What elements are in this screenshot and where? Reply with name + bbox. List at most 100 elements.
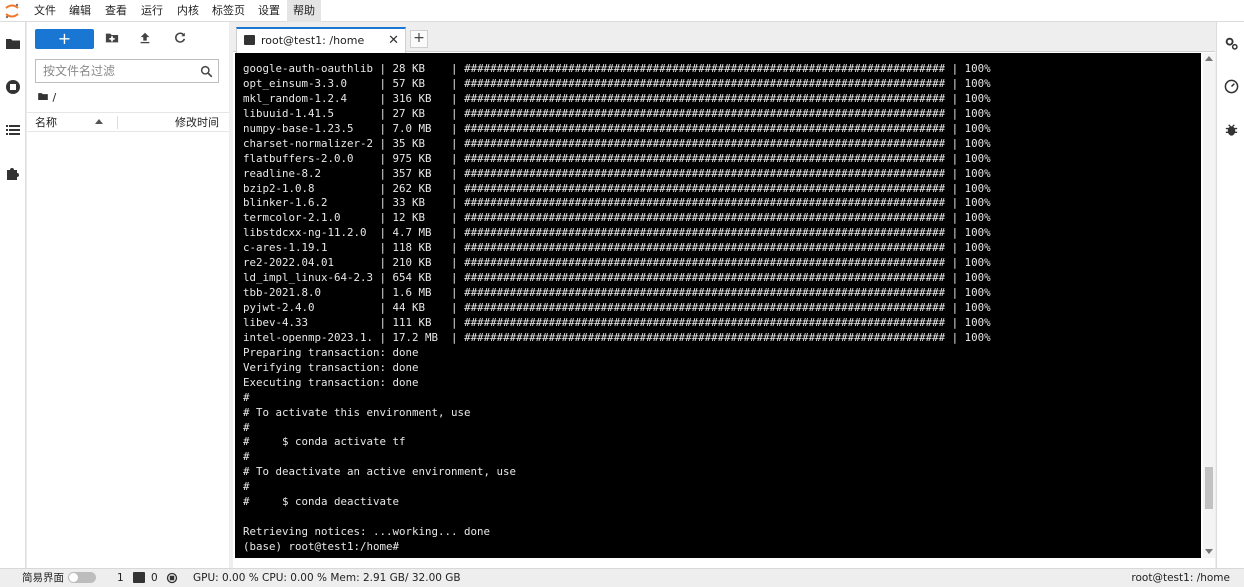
menu-tabs[interactable]: 标签页 (211, 0, 246, 22)
package-progress-line: blinker-1.6.2 | 33 KB | ################… (243, 196, 991, 211)
menu-file[interactable]: 文件 (33, 0, 57, 22)
package-progress-line: ld_impl_linux-64-2.3 | 654 KB | ########… (243, 271, 991, 286)
file-filter-input[interactable] (36, 60, 196, 82)
refresh-icon[interactable] (173, 31, 187, 45)
simple-mode-label: 简易界面 (22, 572, 64, 584)
menu-edit[interactable]: 编辑 (68, 0, 92, 22)
terminal-line: Retrieving notices: ...working... done (243, 525, 491, 539)
separator: | (373, 121, 393, 135)
simple-mode-toggle[interactable] (68, 572, 96, 583)
terminal-scrollbar[interactable] (1203, 53, 1215, 558)
new-launcher-button[interactable]: + (35, 29, 94, 49)
separator: | (444, 181, 465, 195)
terminal-output[interactable]: google-auth-oauthlib | 28 KB | #########… (235, 53, 1201, 558)
separator: | (945, 286, 965, 300)
package-percent: 100% (964, 91, 991, 105)
package-percent: 100% (964, 315, 991, 329)
add-tab-button[interactable]: + (410, 30, 428, 48)
property-inspector-gear-icon[interactable] (1224, 36, 1239, 51)
separator: | (444, 330, 465, 344)
package-percent: 100% (964, 226, 991, 240)
package-percent: 100% (964, 286, 991, 300)
table-of-contents-icon[interactable] (5, 122, 21, 138)
upload-icon[interactable] (138, 31, 152, 45)
property-gauge-icon[interactable] (1224, 79, 1239, 94)
folder-icon[interactable] (5, 36, 21, 52)
menu-kernel[interactable]: 内核 (176, 0, 200, 22)
download-progress-bar: ########################################… (464, 151, 946, 165)
download-progress-bar: ########################################… (464, 271, 946, 285)
package-name: numpy-base-1.23.5 (243, 121, 374, 135)
package-name: tbb-2021.8.0 (243, 286, 374, 300)
menu-run[interactable]: 运行 (140, 0, 164, 22)
jupyter-logo-icon[interactable] (4, 3, 20, 19)
separator: | (373, 196, 393, 210)
package-percent: 100% (964, 151, 991, 165)
separator: | (945, 76, 965, 90)
folder-icon[interactable] (37, 91, 49, 102)
package-percent: 100% (964, 330, 991, 344)
kernel-count[interactable]: 0 (151, 569, 158, 587)
menu-help[interactable]: 帮助 (287, 0, 321, 22)
separator: | (373, 166, 393, 180)
scrollbar-thumb[interactable] (1205, 467, 1213, 510)
terminal-prompt: (base) root@test1:/home# (243, 540, 400, 553)
package-progress-line: pyjwt-2.4.0 | 44 KB | ##################… (243, 301, 991, 316)
terminal-line: # (243, 420, 250, 434)
terminal-line: # (243, 390, 250, 404)
sort-ascending-icon (95, 119, 103, 124)
breadcrumb-path[interactable]: / (53, 91, 57, 104)
package-percent: 100% (964, 121, 991, 135)
close-icon[interactable]: ✕ (388, 29, 399, 52)
package-percent: 100% (964, 241, 991, 255)
package-progress-line: flatbuffers-2.0.0 | 975 KB | ###########… (243, 152, 991, 167)
download-progress-bar: ########################################… (464, 241, 946, 255)
package-name: flatbuffers-2.0.0 (243, 151, 374, 165)
separator: | (444, 166, 465, 180)
separator: | (945, 151, 965, 165)
package-size: 44 KB (392, 301, 445, 314)
download-progress-bar: ########################################… (464, 181, 946, 195)
tab-title: root@test1: /home (261, 34, 365, 47)
file-list-header: 名称 修改时间 (27, 112, 229, 132)
separator: | (444, 211, 465, 225)
menu-view[interactable]: 查看 (104, 0, 128, 22)
separator: | (945, 226, 965, 240)
tab-terminal[interactable]: root@test1: /home ✕ (236, 27, 406, 53)
separator: | (945, 136, 965, 150)
scroll-up-icon[interactable] (1205, 56, 1213, 61)
terminal-count[interactable]: 1 (117, 569, 124, 587)
download-progress-bar: ########################################… (464, 121, 946, 135)
status-bar: 简易界面 1 0 GPU: 0.00 % CPU: 0.00 % Mem: 2.… (0, 568, 1244, 586)
package-progress-line: bzip2-1.0.8 | 262 KB | #################… (243, 182, 991, 197)
package-name: opt_einsum-3.3.0 (243, 76, 374, 90)
package-progress-line: readline-8.2 | 357 KB | ################… (243, 167, 991, 182)
new-folder-icon[interactable] (105, 31, 119, 45)
package-percent: 100% (964, 196, 991, 210)
scroll-down-icon[interactable] (1205, 549, 1213, 554)
package-size: 17.2 MB (392, 330, 445, 344)
package-size: 12 KB (392, 211, 445, 225)
menu-settings[interactable]: 设置 (257, 0, 281, 22)
package-percent: 100% (964, 76, 991, 90)
search-icon[interactable] (200, 65, 213, 78)
package-size: 357 KB (392, 166, 445, 180)
package-name: libuuid-1.41.5 (243, 106, 374, 120)
terminal-line: # To deactivate an active environment, u… (243, 465, 517, 479)
file-filter-box (35, 59, 219, 83)
terminal-icon[interactable] (133, 572, 145, 583)
column-divider[interactable] (117, 116, 118, 129)
debugger-bug-icon[interactable] (1224, 122, 1239, 137)
kernel-status-icon[interactable] (166, 572, 178, 584)
extension-puzzle-icon[interactable] (5, 165, 21, 181)
terminal-line: # To activate this environment, use (243, 405, 471, 419)
separator: | (444, 136, 465, 150)
column-modified[interactable]: 修改时间 (175, 113, 219, 132)
package-progress-line: libuuid-1.41.5 | 27 KB | ###############… (243, 107, 991, 122)
separator: | (373, 91, 393, 105)
running-sessions-icon[interactable] (5, 79, 21, 95)
separator: | (373, 211, 393, 225)
separator: | (945, 256, 965, 270)
package-size: 654 KB (392, 271, 445, 285)
column-name[interactable]: 名称 (35, 113, 57, 132)
